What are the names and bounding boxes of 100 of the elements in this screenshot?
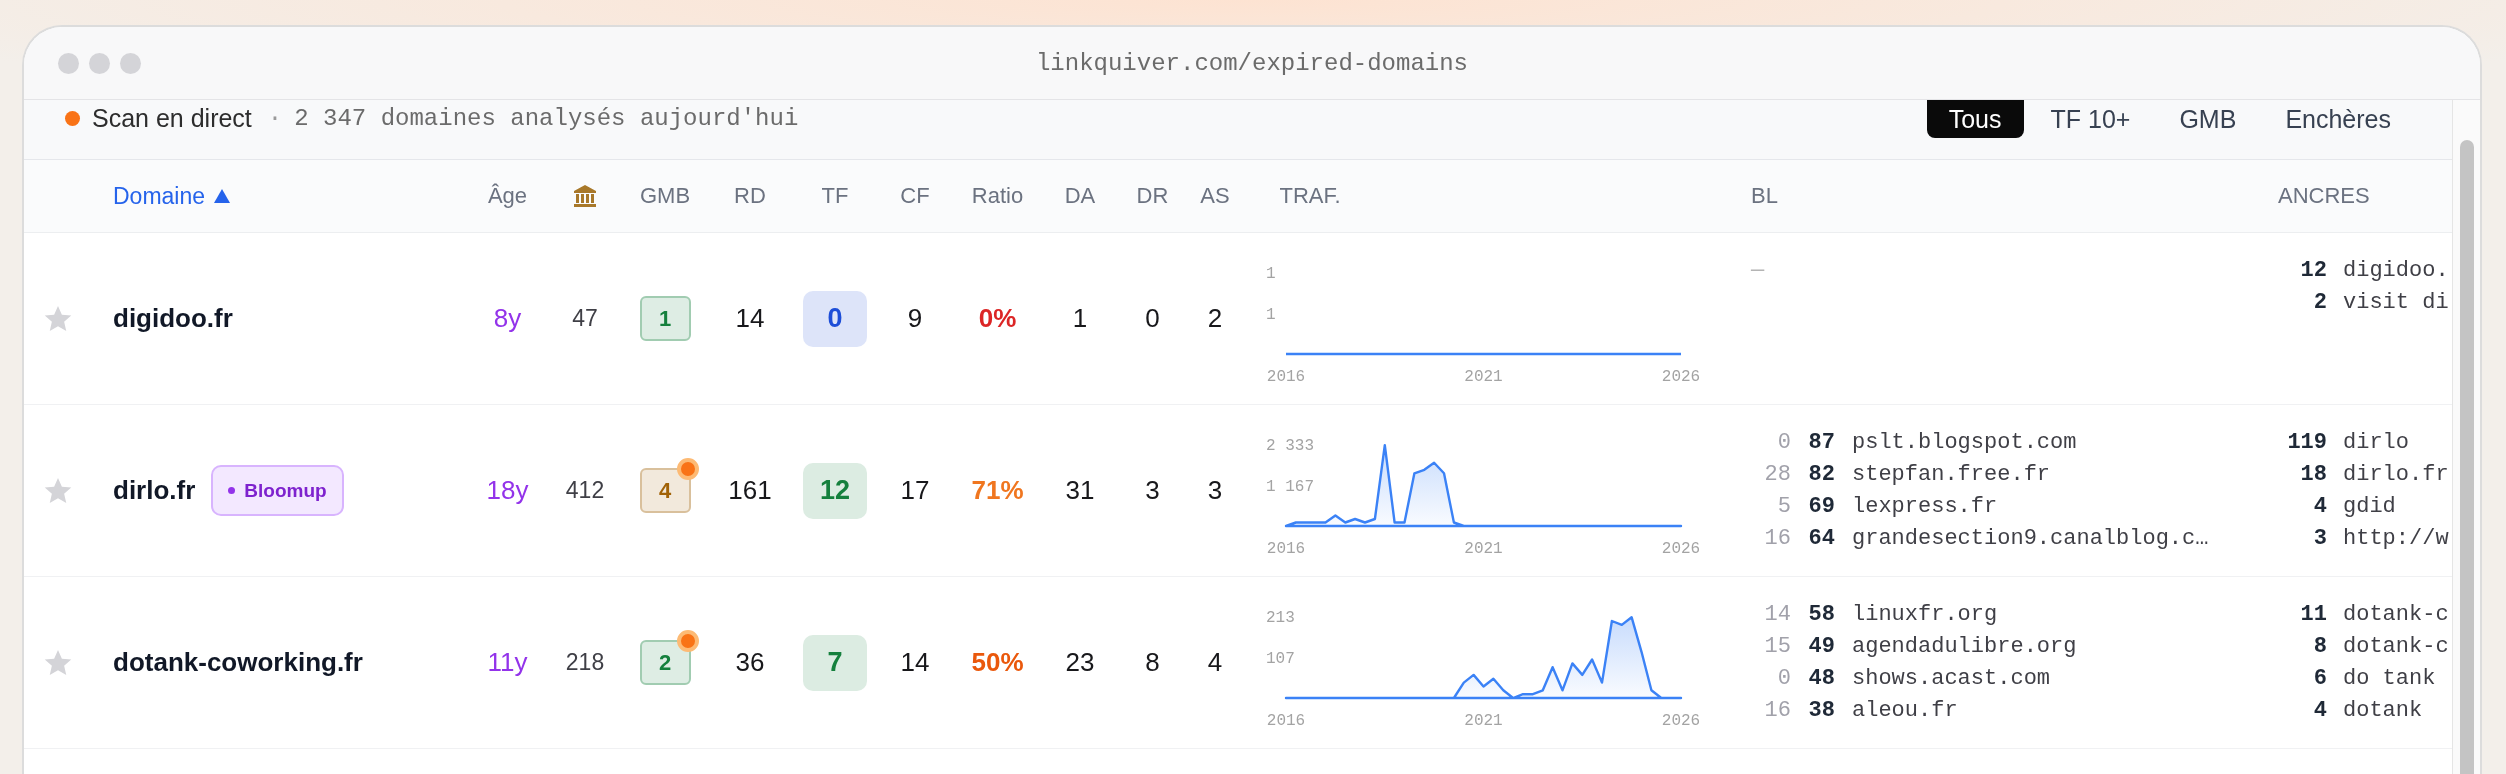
metric-value: 8 [1145, 647, 1160, 678]
anchor-count: 4 [2312, 697, 2327, 725]
filter-tab[interactable]: Enchères [2263, 100, 2413, 138]
axis-label: 107 [1266, 649, 1295, 668]
backlink-count: 28 [1763, 461, 1791, 489]
axis-label: 2026 [1661, 539, 1701, 556]
age-value: 11y [487, 647, 528, 678]
axis-label: 2016 [1266, 367, 1306, 384]
backlink-domain[interactable]: grandesection9.canalblog.c… [1835, 523, 2268, 555]
anchor-count: 2 [2312, 289, 2327, 317]
backlink-domain[interactable]: shows.acast.com [1835, 663, 2268, 695]
tf-badge: 7 [803, 634, 867, 691]
backlink-score: 69 [1807, 493, 1835, 521]
bank-value: 218 [565, 649, 605, 676]
axis-label: 2026 [1661, 367, 1701, 384]
filter-tab[interactable]: GMB [2157, 100, 2259, 138]
backlink-domain[interactable]: lexpress.fr [1835, 491, 2268, 523]
metric-value: 3 [1207, 475, 1223, 506]
axis-label: 2021 [1464, 539, 1503, 556]
column-header[interactable]: Domaine [113, 182, 206, 210]
anchor-count: 8 [2312, 633, 2327, 661]
separator: · [267, 104, 283, 132]
anchor-count: 18 [2299, 461, 2327, 489]
column-header[interactable]: ANCRES [2278, 183, 2370, 209]
bank-value: 412 [565, 477, 605, 504]
anchor-count: 12 [2299, 257, 2327, 285]
age-value: 8y [493, 303, 522, 334]
anchor-text: dotank-c [2342, 633, 2450, 661]
anchor-count: 3 [2312, 525, 2327, 553]
ratio-value: 71% [971, 475, 1024, 506]
column-header[interactable]: RD [734, 183, 766, 209]
column-header[interactable]: DA [1064, 183, 1096, 209]
column-header[interactable]: TF [821, 183, 849, 209]
bank-value: 47 [572, 305, 598, 332]
metric-value: 4 [1207, 647, 1223, 678]
window-control-button[interactable] [89, 52, 110, 74]
metric-value: 9 [907, 303, 923, 334]
column-header[interactable]: AS [1200, 183, 1230, 209]
age-value: 18y [486, 475, 529, 506]
anchor-count: 119 [2286, 429, 2327, 457]
axis-label: 2021 [1464, 367, 1503, 384]
backlink-score: 82 [1807, 461, 1835, 489]
anchor-count: 6 [2312, 665, 2327, 693]
column-header[interactable]: Ratio [971, 183, 1024, 209]
backlink-score: 48 [1807, 665, 1835, 693]
metric-value: 3 [1145, 475, 1160, 506]
metric-value: 23 [1065, 647, 1095, 678]
backlink-domain[interactable]: agendadulibre.org [1835, 631, 2268, 663]
backlink-count: 14 [1763, 601, 1791, 629]
empty-value: — [1750, 258, 1765, 283]
axis-label: 1 [1266, 264, 1276, 283]
anchor-text: digidoo. [2342, 257, 2450, 285]
filter-tab[interactable]: TF 10+ [2028, 100, 2153, 138]
metric-value: 161 [728, 475, 772, 506]
metric-value: 36 [735, 647, 765, 678]
tf-badge: 12 [803, 462, 867, 519]
backlink-score: 64 [1807, 525, 1835, 553]
ratio-value: 0% [978, 303, 1017, 334]
url-text: linkquiver.com/expired-domains [1035, 49, 1469, 77]
backlink-domain[interactable]: pslt.blogspot.com [1835, 427, 2268, 459]
axis-label: 2016 [1266, 711, 1306, 728]
anchor-text: dirlo [2342, 429, 2410, 457]
axis-label: 2026 [1661, 711, 1701, 728]
backlink-count: 15 [1763, 633, 1791, 661]
column-header[interactable]: Âge [487, 183, 528, 209]
domain-name[interactable]: dirlo.fr [113, 475, 196, 506]
bank-icon [573, 184, 597, 208]
backlink-domain[interactable]: aleou.fr [1835, 695, 2268, 727]
column-header[interactable]: BL [1751, 183, 1778, 209]
anchor-count: 11 [2299, 601, 2327, 629]
column-header[interactable]: DR [1136, 183, 1169, 209]
column-header[interactable]: CF [900, 183, 930, 209]
backlink-count: 16 [1763, 697, 1791, 725]
domain-name[interactable]: digidoo.fr [113, 303, 233, 334]
metric-value: 2 [1207, 303, 1223, 334]
metric-value: 14 [735, 303, 765, 334]
filter-tab[interactable]: Tous [1926, 100, 2024, 138]
backlink-count: 0 [1776, 665, 1791, 693]
anchor-text: dotank [2342, 697, 2424, 725]
scrollbar-thumb[interactable] [2459, 140, 2474, 774]
domain-name[interactable]: dotank-coworking.fr [113, 647, 363, 678]
backlink-count: 0 [1776, 429, 1791, 457]
axis-label: 2016 [1266, 539, 1306, 556]
column-header[interactable]: GMB [639, 183, 691, 209]
axis-label: 1 [1266, 305, 1276, 324]
backlink-count: 5 [1776, 493, 1791, 521]
anchor-text: visit di [2342, 289, 2450, 317]
backlink-domain[interactable]: stepfan.free.fr [1835, 459, 2268, 491]
window-control-button[interactable] [120, 52, 141, 74]
backlink-domain[interactable]: linuxfr.org [1835, 599, 2268, 631]
metric-value: 17 [900, 475, 930, 506]
anchor-text: dirlo.fr [2342, 461, 2450, 489]
window-control-button[interactable] [58, 52, 79, 74]
axis-label: 213 [1266, 608, 1295, 627]
axis-label: 2 333 [1266, 436, 1314, 455]
tag-badge: Bloomup [211, 465, 344, 516]
anchor-text: gdid [2342, 493, 2397, 521]
column-header[interactable]: TRAF. [1279, 183, 1341, 209]
backlink-count: 16 [1763, 525, 1791, 553]
metric-value: 14 [900, 647, 930, 678]
